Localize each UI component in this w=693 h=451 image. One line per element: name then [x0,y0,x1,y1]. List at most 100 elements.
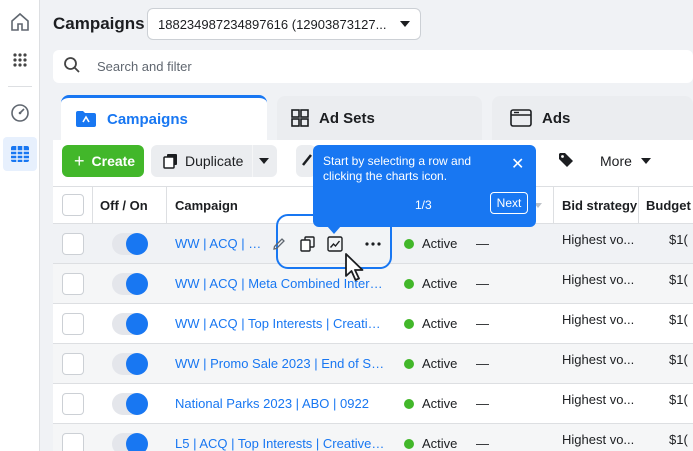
results-value: — [476,276,489,291]
tooltip-step-counter: 1/3 [415,198,432,212]
table-row[interactable]: L5 | ACQ | Top Interests | Creative T...… [53,424,693,451]
chevron-down-icon [400,21,410,27]
tab-ads[interactable]: Ads [492,96,693,140]
on-off-toggle[interactable] [112,353,148,375]
delivery-status: Active [422,356,458,371]
results-value: — [476,356,489,371]
row-checkbox[interactable] [62,393,84,415]
search-bar[interactable]: Search and filter [53,50,693,83]
bid-strategy-value: Highest vo... [562,272,635,287]
header-budget[interactable]: Budget [646,198,691,213]
close-icon[interactable]: ✕ [511,154,524,174]
status-dot [404,279,414,289]
home-icon[interactable] [8,10,32,34]
duplicate-options-chevron-down-icon[interactable] [259,158,269,164]
budget-value: $1( [669,432,688,447]
row-checkbox[interactable] [62,273,84,295]
table-row[interactable]: WW | ACQ | Top Interests | Creative... A… [53,304,693,344]
page-title: Campaigns [53,14,145,33]
charts-icon[interactable] [326,235,344,253]
folder-icon [75,110,97,128]
header-off-on[interactable]: Off / On [100,198,148,213]
campaign-name-link[interactable]: National Parks 2023 | ABO | 0922 [175,396,385,411]
delivery-status: Active [422,396,458,411]
grid-squares-icon [291,109,309,127]
tab-ad-sets-label: Ad Sets [319,109,375,127]
on-off-toggle[interactable] [112,233,148,255]
table-row[interactable]: WW | ACQ | Meta Combined Interes... Acti… [53,264,693,304]
campaign-name-link[interactable]: WW | ACQ | E... [175,236,265,251]
tab-ads-label: Ads [542,109,571,127]
budget-value: $1( [669,392,688,407]
bid-strategy-value: Highest vo... [562,232,635,247]
results-value: — [476,316,489,331]
ad-window-icon [510,109,532,127]
status-dot [404,399,414,409]
search-input[interactable]: Search and filter [97,59,192,74]
row-checkbox[interactable] [62,433,84,451]
row-checkbox[interactable] [62,353,84,375]
tab-ad-sets[interactable]: Ad Sets [277,96,482,140]
bid-strategy-value: Highest vo... [562,312,635,327]
budget-value: $1( [669,272,688,287]
budget-value: $1( [669,352,688,367]
campaign-name-link[interactable]: WW | Promo Sale 2023 | End of Sea... [175,356,385,371]
tooltip-text: Start by selecting a row and clicking th… [323,154,472,183]
budget-value: $1( [669,312,688,327]
tooltip-arrow [327,226,341,234]
header-campaign[interactable]: Campaign [175,198,238,213]
table-row[interactable]: WW | Promo Sale 2023 | End of Sea... Act… [53,344,693,384]
dashboard-gauge-icon[interactable] [8,101,32,125]
status-dot [404,239,414,249]
apps-grid-icon[interactable] [8,48,32,72]
onboarding-tooltip: Start by selecting a row and clicking th… [313,145,536,227]
plus-icon: + [74,150,85,171]
tooltip-next-button[interactable]: Next [490,192,528,214]
more-button-label: More [600,153,632,169]
pencil-icon [301,153,313,170]
duplicate-icon [163,153,178,169]
bid-strategy-value: Highest vo... [562,432,635,447]
tab-campaigns[interactable]: Campaigns [61,95,267,140]
tag-button[interactable] [553,145,579,177]
status-dot [404,439,414,449]
header-bid-strategy[interactable]: Bid strategy [562,198,637,213]
search-icon [63,56,81,77]
create-button-label: Create [91,153,136,169]
delivery-status: Active [422,436,458,451]
on-off-toggle[interactable] [112,393,148,415]
table-row[interactable]: National Parks 2023 | ABO | 0922 Active … [53,384,693,424]
more-button[interactable]: More [590,145,660,177]
results-value: — [476,236,489,251]
bid-strategy-value: Highest vo... [562,352,635,367]
select-all-checkbox[interactable] [62,194,84,216]
ad-account-select[interactable]: 188234987234897616 (12903873127... [147,8,421,40]
on-off-toggle[interactable] [112,273,148,295]
results-value: — [476,396,489,411]
on-off-toggle[interactable] [112,433,148,451]
campaign-name-link[interactable]: L5 | ACQ | Top Interests | Creative T... [175,436,385,451]
duplicate-button-label: Duplicate [185,153,244,169]
on-off-toggle[interactable] [112,313,148,335]
tag-icon [558,152,574,171]
status-dot [404,359,414,369]
edit-pencil-icon[interactable] [270,235,288,253]
row-checkbox[interactable] [62,233,84,255]
button-divider [252,145,253,177]
more-chevron-down-icon [640,158,651,164]
ad-account-value: 188234987234897616 (12903873127... [158,16,387,32]
tab-campaigns-label: Campaigns [107,110,188,128]
bid-strategy-value: Highest vo... [562,392,635,407]
create-button[interactable]: + Create [62,145,144,177]
mouse-cursor-icon [344,252,370,287]
delivery-status: Active [422,276,458,291]
campaign-name-link[interactable]: WW | ACQ | Top Interests | Creative... [175,316,385,331]
budget-value: $1( [669,232,688,247]
delivery-status: Active [422,236,458,251]
row-checkbox[interactable] [62,313,84,335]
duplicate-button[interactable]: Duplicate [151,145,277,177]
left-nav-rail [0,0,40,451]
more-options-icon[interactable] [364,235,382,253]
ads-manager-table-icon[interactable] [8,142,32,166]
duplicate-icon[interactable] [298,235,316,253]
